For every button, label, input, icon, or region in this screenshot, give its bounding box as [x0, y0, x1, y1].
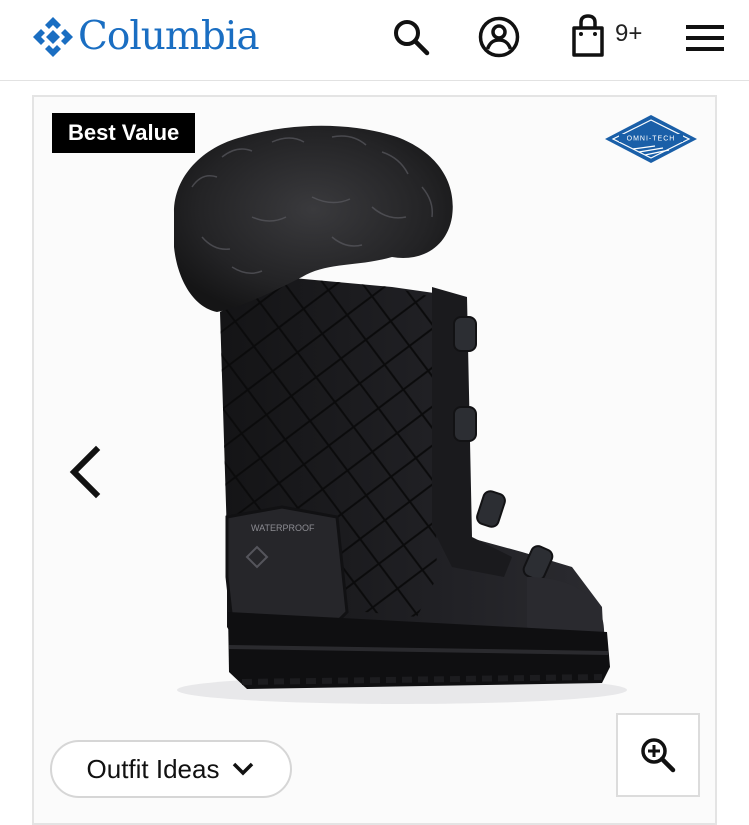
product-image-snow-boot[interactable]: WATERPROOF [132, 107, 632, 825]
hamburger-menu-icon[interactable] [684, 18, 726, 58]
product-image-gallery: WATERPROOF Best Value OMNI-TECH Outfit I… [32, 95, 717, 825]
chevron-down-icon [233, 762, 254, 776]
site-header: Columbia 9+ [0, 0, 749, 81]
outfit-ideas-button[interactable]: Outfit Ideas [50, 740, 292, 798]
chevron-left-icon[interactable] [64, 442, 108, 502]
brand-name: Columbia [78, 14, 260, 59]
omni-tech-badge-icon: OMNI-TECH [605, 115, 697, 163]
cart-count-badge[interactable]: 9+ [615, 20, 642, 48]
account-icon[interactable] [476, 14, 522, 60]
waterproof-marking: WATERPROOF [251, 523, 315, 533]
columbia-diamond-icon [33, 17, 73, 57]
zoom-button[interactable] [616, 713, 700, 797]
columbia-logo[interactable]: Columbia [30, 14, 260, 60]
search-icon[interactable] [388, 14, 434, 60]
zoom-in-icon [641, 738, 676, 773]
shopping-bag-icon[interactable] [566, 12, 610, 60]
outfit-ideas-label: Outfit Ideas [86, 753, 220, 784]
best-value-badge: Best Value [52, 113, 196, 153]
omni-tech-label: OMNI-TECH [627, 136, 676, 143]
